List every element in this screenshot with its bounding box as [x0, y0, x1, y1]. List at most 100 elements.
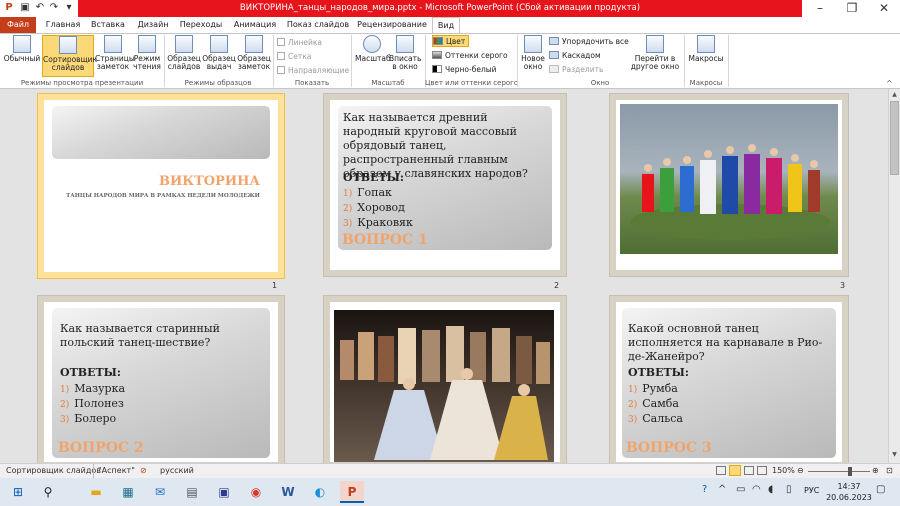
- powerpoint-icon[interactable]: P: [2, 1, 16, 15]
- input-language[interactable]: РУС: [804, 486, 819, 495]
- tab-home[interactable]: Главная: [42, 17, 84, 33]
- switch-window-button[interactable]: Перейти в другое окно: [628, 35, 682, 77]
- guides-checkbox[interactable]: Направляющие: [277, 65, 349, 76]
- collapse-ribbon-icon[interactable]: ^: [886, 79, 893, 88]
- slide-thumbnail-4[interactable]: Как называется старинный польский танец-…: [38, 296, 284, 468]
- group-label-show: Показать: [294, 79, 330, 87]
- tab-file[interactable]: Файл: [0, 17, 36, 33]
- slide-master-button[interactable]: Образец слайдов: [167, 35, 201, 77]
- store-icon[interactable]: ▤: [180, 481, 204, 503]
- spellcheck-icon[interactable]: ⊘: [140, 464, 147, 478]
- redo-icon[interactable]: ↷: [47, 1, 61, 15]
- zoom-button[interactable]: Масштаб: [355, 35, 391, 77]
- dancer: [722, 156, 738, 214]
- slide-subtitle: ТАНЦЫ НАРОДОВ МИРА В РАМКАХ НЕДЕЛИ МОЛОД…: [66, 193, 260, 199]
- help-icon[interactable]: ?: [702, 484, 707, 495]
- view-notes-button[interactable]: Страницы заметок: [95, 35, 135, 77]
- chevron-up-icon[interactable]: ^: [718, 484, 726, 495]
- minimize-icon[interactable]: –: [804, 0, 836, 17]
- macros-button[interactable]: Макросы: [688, 35, 724, 77]
- vertical-scrollbar[interactable]: ▲ ▼: [888, 89, 900, 463]
- app-icon[interactable]: ▦: [116, 481, 140, 503]
- tab-insert[interactable]: Вставка: [88, 17, 128, 33]
- dancer: [494, 396, 548, 460]
- fit-to-window-button[interactable]: Вписать в окно: [389, 35, 421, 77]
- zoom-slider-thumb[interactable]: [848, 467, 852, 476]
- group-label-masters: Режимы образцов: [184, 79, 252, 87]
- chrome-icon[interactable]: ◉: [244, 481, 268, 503]
- question-label: ВОПРОС 3: [626, 440, 712, 456]
- tab-review[interactable]: Рецензирование: [355, 17, 429, 33]
- scroll-down-icon[interactable]: ▼: [890, 451, 899, 459]
- view-reading-button[interactable]: Режим чтения: [132, 35, 162, 77]
- zoom-out-icon[interactable]: ⊖: [797, 464, 804, 478]
- notes-master-button[interactable]: Образец заметок: [237, 35, 271, 77]
- theme-text: "Аспект": [93, 464, 135, 478]
- slide-thumbnail-3[interactable]: [610, 94, 848, 276]
- slide-thumbnail-6[interactable]: Какой основной танец исполняется на карн…: [610, 296, 848, 468]
- tab-transitions[interactable]: Переходы: [178, 17, 224, 33]
- close-icon[interactable]: ✕: [868, 0, 900, 17]
- color-button[interactable]: Цвет: [432, 35, 470, 47]
- reading-view-icon[interactable]: [744, 466, 754, 475]
- edge-icon[interactable]: ◐: [308, 481, 332, 503]
- save-icon[interactable]: ▣: [18, 1, 32, 15]
- notifications-icon[interactable]: ▢: [876, 484, 885, 495]
- zoom-level[interactable]: 150%: [772, 464, 795, 478]
- network-icon[interactable]: ▭: [736, 484, 745, 495]
- dancer: [680, 166, 694, 212]
- undo-icon[interactable]: ↶: [33, 1, 47, 15]
- wifi-icon[interactable]: ◠: [752, 484, 761, 495]
- tab-animation[interactable]: Анимация: [229, 17, 281, 33]
- sorter-view-icon[interactable]: [729, 465, 741, 476]
- search-icon[interactable]: ⚲: [36, 481, 60, 503]
- file-explorer-icon[interactable]: ▬: [84, 481, 108, 503]
- fit-slide-icon[interactable]: ⊡: [886, 464, 893, 478]
- slide-thumbnail-1[interactable]: ВИКТОРИНА ТАНЦЫ НАРОДОВ МИРА В РАМКАХ НЕ…: [38, 94, 284, 278]
- group-label-color: Цвет или оттенки серого: [425, 79, 519, 87]
- slideshow-view-icon[interactable]: [757, 466, 767, 475]
- handout-master-button[interactable]: Образец выдач: [202, 35, 236, 77]
- slide-thumbnail-5[interactable]: [324, 296, 566, 468]
- new-window-button[interactable]: Новое окно: [519, 35, 547, 77]
- customize-qat-icon[interactable]: ▾: [62, 1, 76, 15]
- black-white-button[interactable]: Черно-белый: [432, 64, 497, 76]
- normal-view-icon[interactable]: [716, 466, 726, 475]
- slide-thumbnail-2[interactable]: Как называется древний народный круговой…: [324, 94, 566, 276]
- start-icon[interactable]: ⊞: [6, 481, 30, 503]
- grid-checkbox[interactable]: Сетка: [277, 51, 311, 62]
- clock-date: 20.06.2023: [826, 493, 872, 502]
- scroll-thumb[interactable]: [890, 101, 899, 175]
- volume-icon[interactable]: ◖: [768, 484, 773, 495]
- answer-item: 3) Краковяк: [343, 216, 413, 229]
- group-label-macros: Макросы: [689, 79, 723, 87]
- powerpoint-taskbar-icon[interactable]: P: [340, 481, 364, 503]
- dancer: [788, 164, 802, 212]
- zoom-in-icon[interactable]: ⊕: [872, 464, 879, 478]
- battery-icon[interactable]: ▯: [786, 484, 792, 495]
- view-normal-button[interactable]: Обычный: [3, 35, 41, 77]
- language-text[interactable]: русский: [160, 464, 194, 478]
- clock[interactable]: 14:37 20.06.2023: [826, 481, 872, 503]
- dancer: [492, 328, 510, 382]
- dancer: [660, 168, 674, 212]
- tab-view[interactable]: Вид: [432, 17, 460, 33]
- dancer: [536, 342, 550, 384]
- zoom-slider[interactable]: [808, 471, 870, 472]
- dancer: [642, 174, 654, 212]
- photo-round-dance: [620, 104, 838, 254]
- restore-icon[interactable]: ❐: [836, 0, 868, 17]
- answer-item: 3) Болеро: [60, 412, 117, 425]
- cascade-button[interactable]: Каскадом: [549, 50, 601, 62]
- scroll-up-icon[interactable]: ▲: [890, 91, 899, 99]
- grayscale-button[interactable]: Оттенки серого: [432, 50, 508, 62]
- mail-icon[interactable]: ✉: [148, 481, 172, 503]
- tab-slideshow[interactable]: Показ слайдов: [286, 17, 350, 33]
- view-sorter-button[interactable]: Сортировщик слайдов: [42, 35, 97, 77]
- arrange-all-button[interactable]: Упорядочить все: [549, 36, 629, 48]
- save-app-icon[interactable]: ▣: [212, 481, 236, 503]
- ruler-checkbox[interactable]: Линейка: [277, 37, 322, 48]
- word-icon[interactable]: W: [276, 481, 300, 503]
- split-button[interactable]: Разделить: [549, 64, 603, 76]
- tab-design[interactable]: Дизайн: [133, 17, 173, 33]
